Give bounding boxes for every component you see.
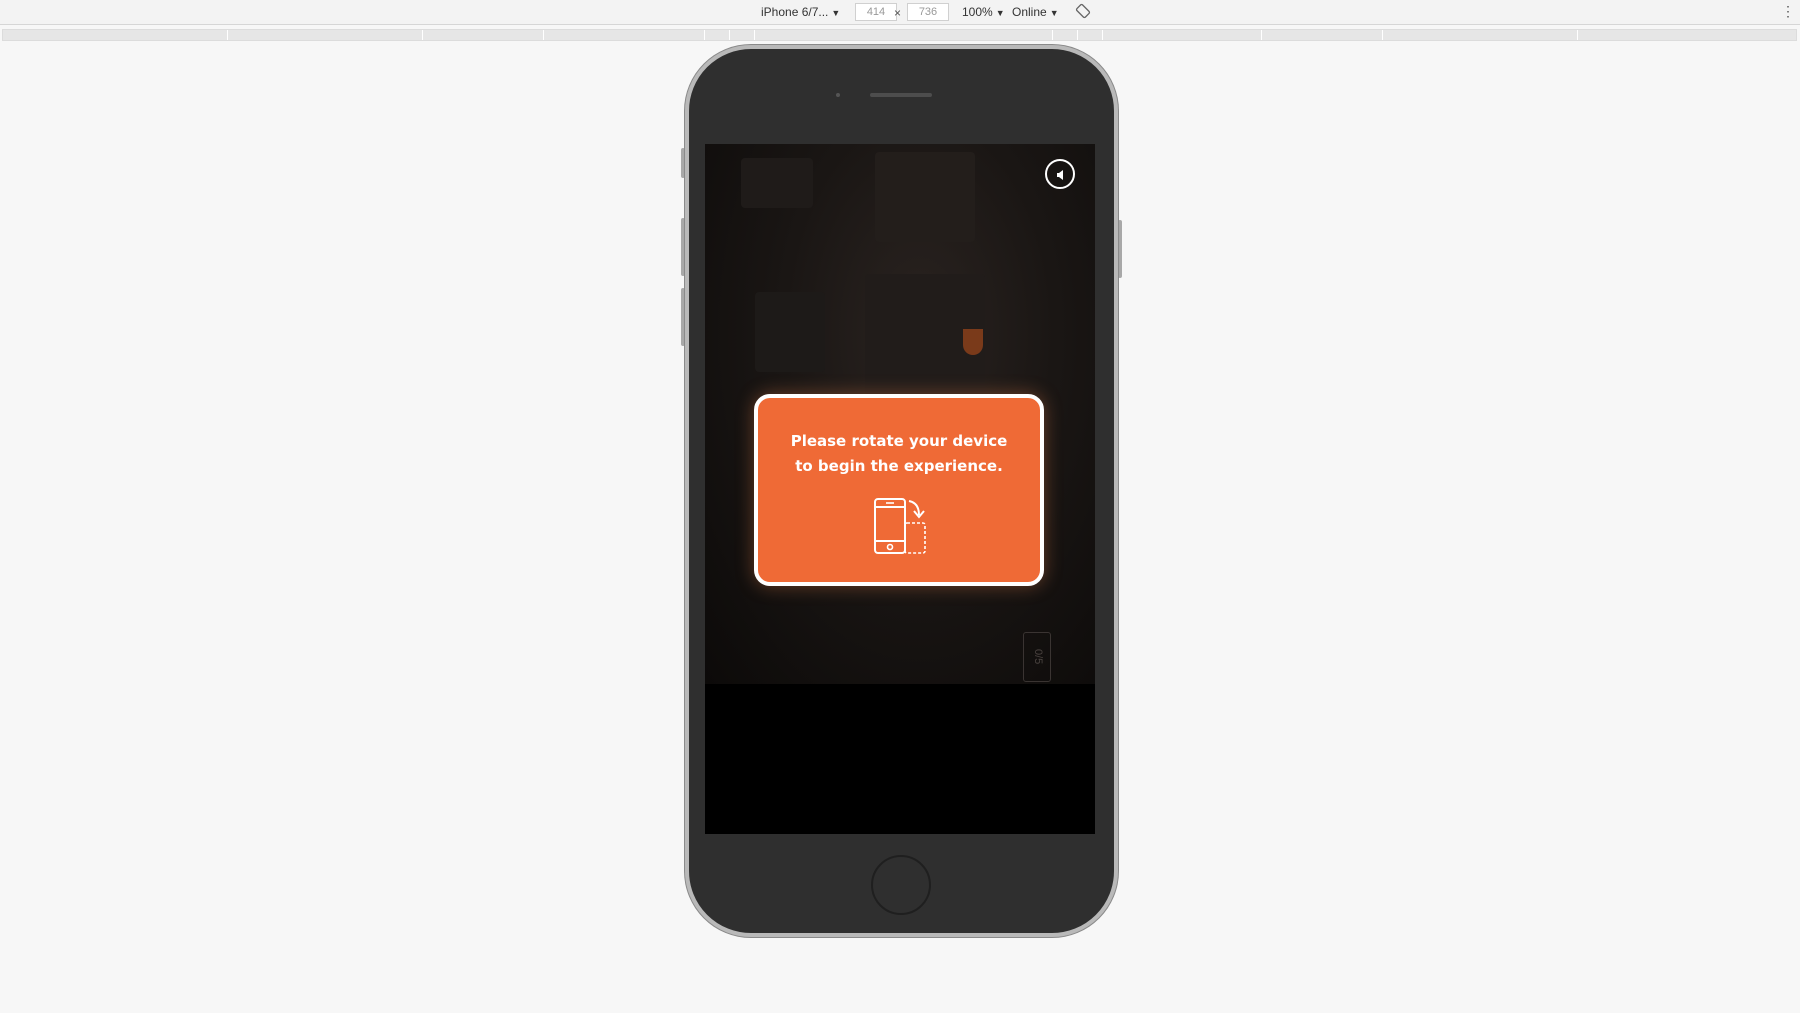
zoom-label: 100% bbox=[962, 5, 993, 19]
chevron-down-icon: ▼ bbox=[831, 8, 841, 18]
home-button bbox=[871, 855, 931, 915]
media-query-segment[interactable] bbox=[729, 30, 755, 40]
speaker-icon bbox=[1057, 170, 1063, 180]
chevron-down-icon: ▼ bbox=[995, 8, 1005, 18]
rotate-message-line2: to begin the experience. bbox=[795, 457, 1003, 475]
device-select-label: iPhone 6/7... bbox=[761, 5, 829, 19]
media-query-segment[interactable] bbox=[1577, 30, 1798, 40]
more-vertical-icon[interactable]: ⋮ bbox=[1781, 3, 1795, 21]
rotate-message: Please rotate your device to begin the e… bbox=[778, 429, 1020, 479]
device-select[interactable]: iPhone 6/7... ▼ bbox=[761, 4, 840, 20]
dimension-separator: × bbox=[894, 6, 902, 20]
media-query-segment[interactable] bbox=[227, 30, 423, 40]
media-query-segment[interactable] bbox=[754, 30, 1053, 40]
phone-screen: 0/5 Please rotate your device to begin t… bbox=[705, 144, 1095, 834]
sound-toggle-button[interactable] bbox=[1045, 159, 1075, 189]
network-throttle-select[interactable]: Online ▼ bbox=[1012, 4, 1059, 20]
background-object bbox=[963, 329, 983, 355]
chevron-down-icon: ▼ bbox=[1049, 8, 1059, 18]
zoom-select[interactable]: 100% ▼ bbox=[962, 4, 1005, 20]
media-query-segment[interactable] bbox=[543, 30, 705, 40]
front-camera bbox=[836, 93, 840, 97]
media-query-segment[interactable] bbox=[1077, 30, 1103, 40]
rotate-device-dialog: Please rotate your device to begin the e… bbox=[754, 394, 1044, 586]
media-query-segment[interactable] bbox=[704, 30, 730, 40]
rotate-message-line1: Please rotate your device bbox=[790, 432, 1008, 450]
media-query-bar[interactable] bbox=[2, 29, 1797, 41]
power-button bbox=[1118, 220, 1122, 278]
device-toolbar: iPhone 6/7... ▼ 414 × 736 100% ▼ Online ▼ ⋮ bbox=[0, 0, 1800, 25]
media-query-segment[interactable] bbox=[3, 30, 228, 40]
rotate-phone-icon bbox=[874, 498, 926, 554]
background-panel bbox=[755, 292, 825, 372]
network-label: Online bbox=[1012, 5, 1047, 19]
media-query-segment[interactable] bbox=[1261, 30, 1383, 40]
media-query-segment[interactable] bbox=[1382, 30, 1578, 40]
background-panel bbox=[875, 152, 975, 242]
media-query-segment[interactable] bbox=[1102, 30, 1262, 40]
background-panel bbox=[741, 158, 813, 208]
media-query-segment[interactable] bbox=[422, 30, 544, 40]
progress-counter: 0/5 bbox=[1023, 632, 1051, 682]
height-input[interactable]: 736 bbox=[907, 3, 949, 21]
media-query-segment[interactable] bbox=[1052, 30, 1078, 40]
earpiece-speaker bbox=[870, 93, 932, 97]
width-input[interactable]: 414 bbox=[855, 3, 897, 21]
rotate-icon[interactable] bbox=[1075, 3, 1091, 19]
